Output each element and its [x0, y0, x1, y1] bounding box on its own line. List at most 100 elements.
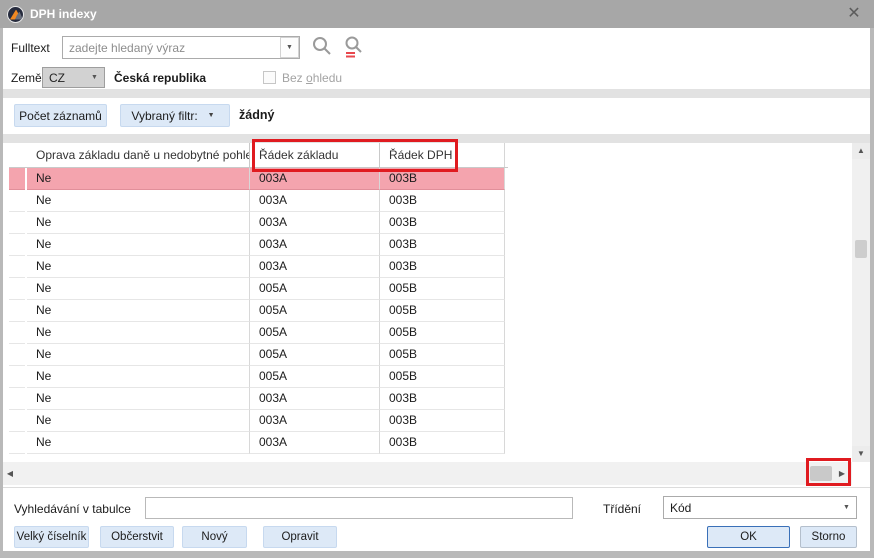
scroll-up-icon[interactable]: ▲ [852, 143, 870, 159]
table-cell[interactable]: 003B [380, 190, 505, 212]
fulltext-settings-search-icon[interactable] [342, 35, 366, 62]
column-header-radek-dph[interactable]: Řádek DPH [380, 143, 505, 167]
table-cell[interactable]: 005A [250, 278, 380, 300]
table-cell[interactable]: 003B [380, 234, 505, 256]
table-cell[interactable]: Ne [27, 344, 250, 366]
table-cell[interactable]: Ne [27, 256, 250, 278]
horizontal-scrollbar[interactable]: ◀ ▶ [3, 462, 852, 485]
sort-combobox[interactable]: Kód ▼ [663, 496, 857, 519]
row-selector-cell[interactable] [9, 366, 25, 388]
table-cell[interactable]: Ne [27, 168, 250, 190]
table-cell[interactable]: 005A [250, 366, 380, 388]
table-cell[interactable]: 003B [380, 388, 505, 410]
table-cell[interactable]: 005B [380, 278, 505, 300]
table-row[interactable]: Ne005A005B [9, 278, 508, 300]
table-cell[interactable]: 003B [380, 212, 505, 234]
country-combobox[interactable]: CZ ▼ [42, 67, 105, 88]
horizontal-scrollbar-thumb[interactable] [810, 466, 832, 481]
table-cell[interactable]: 003A [250, 190, 380, 212]
sort-label: Třídění [603, 502, 641, 516]
ok-button[interactable]: OK [707, 526, 790, 548]
row-selector-cell[interactable] [9, 190, 25, 212]
table-cell[interactable]: 003B [380, 256, 505, 278]
table-cell[interactable]: 005A [250, 344, 380, 366]
table-cell[interactable]: 005B [380, 344, 505, 366]
new-button[interactable]: Nový [182, 526, 247, 548]
table-search-input[interactable] [145, 497, 573, 519]
row-selector-cell[interactable] [9, 256, 25, 278]
column-header-oprava-zakladu[interactable]: Oprava základu daně u nedobytné pohledá.… [27, 143, 250, 167]
table-row[interactable]: Ne003A003B [9, 168, 508, 190]
table-row[interactable]: Ne005A005B [9, 366, 508, 388]
table-row[interactable]: Ne003A003B [9, 212, 508, 234]
table-row[interactable]: Ne003A003B [9, 432, 508, 454]
row-selector-cell[interactable] [9, 300, 25, 322]
big-codelist-button[interactable]: Velký číselník [14, 526, 89, 548]
scroll-left-icon[interactable]: ◀ [3, 462, 17, 485]
row-selector-cell[interactable] [9, 344, 25, 366]
scroll-right-icon[interactable]: ▶ [835, 462, 849, 485]
table-cell[interactable]: Ne [27, 212, 250, 234]
table-row[interactable]: Ne003A003B [9, 410, 508, 432]
dialog-border-right [870, 28, 874, 558]
row-selector-cell[interactable] [9, 410, 25, 432]
row-selector-cell[interactable] [9, 432, 25, 454]
table-cell[interactable]: Ne [27, 366, 250, 388]
table-row[interactable]: Ne003A003B [9, 388, 508, 410]
chevron-down-icon[interactable]: ▼ [837, 497, 856, 518]
table-cell[interactable]: 003A [250, 212, 380, 234]
row-selector-cell[interactable] [9, 168, 25, 190]
fulltext-combobox[interactable]: zadejte hledaný výraz ▼ [62, 36, 300, 59]
row-selector-cell[interactable] [9, 212, 25, 234]
table-cell[interactable]: Ne [27, 432, 250, 454]
chevron-down-icon[interactable]: ▼ [280, 37, 299, 58]
table-row[interactable]: Ne005A005B [9, 322, 508, 344]
search-icon[interactable] [310, 35, 334, 62]
table-cell[interactable]: 003A [250, 234, 380, 256]
scroll-down-icon[interactable]: ▼ [852, 446, 870, 462]
table-row[interactable]: Ne005A005B [9, 300, 508, 322]
row-selector-cell[interactable] [9, 278, 25, 300]
table-cell[interactable]: 003A [250, 410, 380, 432]
table-cell[interactable]: 003A [250, 388, 380, 410]
table-row[interactable]: Ne003A003B [9, 190, 508, 212]
table-cell[interactable]: 003B [380, 432, 505, 454]
table-cell[interactable]: 005B [380, 322, 505, 344]
table-cell[interactable]: 003A [250, 432, 380, 454]
table-cell[interactable]: 005A [250, 322, 380, 344]
table-row[interactable]: Ne005A005B [9, 344, 508, 366]
close-icon[interactable]: ✕ [844, 4, 864, 24]
vertical-scrollbar[interactable]: ▲ ▼ [852, 143, 870, 462]
cancel-button[interactable]: Storno [800, 526, 857, 548]
table-cell[interactable]: 005B [380, 300, 505, 322]
table-body: Ne003A003BNe003A003BNe003A003BNe003A003B… [3, 168, 852, 454]
row-selector-cell[interactable] [9, 388, 25, 410]
table-cell[interactable]: 005A [250, 300, 380, 322]
dialog-border-bottom [0, 551, 874, 558]
table-cell[interactable]: Ne [27, 300, 250, 322]
vertical-scrollbar-thumb[interactable] [855, 240, 867, 258]
row-selector-cell[interactable] [9, 234, 25, 256]
table-row[interactable]: Ne003A003B [9, 256, 508, 278]
table-cell[interactable]: Ne [27, 190, 250, 212]
table-cell[interactable]: 003B [380, 410, 505, 432]
table-cell[interactable]: Ne [27, 322, 250, 344]
table-cell[interactable]: Ne [27, 410, 250, 432]
table-cell[interactable]: Ne [27, 278, 250, 300]
selected-filter-button[interactable]: Vybraný filtr: ▼ [120, 104, 230, 127]
table-row[interactable]: Ne003A003B [9, 234, 508, 256]
row-selector-cell[interactable] [9, 322, 25, 344]
table-cell[interactable]: Ne [27, 388, 250, 410]
chevron-down-icon[interactable]: ▼ [85, 68, 104, 87]
regardless-checkbox[interactable] [263, 71, 276, 84]
edit-button[interactable]: Opravit [263, 526, 337, 548]
record-count-button[interactable]: Počet záznamů [14, 104, 107, 127]
table-cell[interactable]: 003A [250, 256, 380, 278]
table-cell[interactable]: 003A [250, 168, 380, 190]
column-header-radek-zakladu[interactable]: Řádek základu [250, 143, 380, 167]
table-cell[interactable]: 003B [380, 168, 505, 190]
refresh-button[interactable]: Občerstvit [100, 526, 174, 548]
dph-index-table: Oprava základu daně u nedobytné pohledá.… [3, 143, 852, 462]
table-cell[interactable]: Ne [27, 234, 250, 256]
table-cell[interactable]: 005B [380, 366, 505, 388]
